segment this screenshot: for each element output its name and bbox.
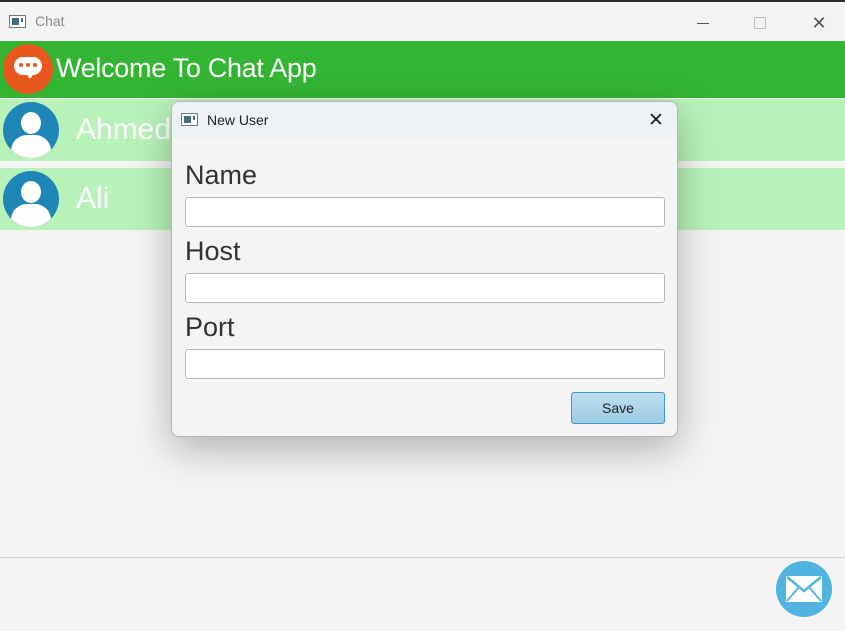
port-input[interactable]: [185, 349, 665, 379]
save-button[interactable]: Save: [571, 392, 665, 424]
envelope-icon: [786, 576, 822, 602]
dialog-title: New User: [207, 112, 269, 128]
close-icon: ✕: [648, 109, 664, 131]
user-avatar-icon: [3, 171, 59, 227]
chat-window: Chat ✕ Welcome To Chat App Ahmed Ali New…: [0, 0, 845, 631]
dialog-window-icon: [181, 113, 198, 126]
maximize-icon: [754, 17, 766, 29]
minimize-button[interactable]: [680, 6, 726, 40]
app-window-icon: [9, 15, 26, 28]
dialog-close-button[interactable]: ✕: [644, 108, 668, 132]
name-input[interactable]: [185, 197, 665, 227]
bottom-divider: [0, 557, 845, 558]
name-label: Name: [185, 160, 258, 190]
welcome-title: Welcome To Chat App: [56, 53, 317, 83]
host-input[interactable]: [185, 273, 665, 303]
close-icon: ✕: [811, 12, 827, 34]
host-label: Host: [185, 236, 241, 266]
app-header: Welcome To Chat App: [0, 41, 845, 98]
dialog-title-bar: New User ✕: [172, 102, 677, 138]
window-title: Chat: [35, 13, 65, 29]
chat-bubble-icon: [3, 44, 53, 94]
new-user-dialog: New User ✕ Name Host Port Save: [171, 101, 678, 437]
close-button[interactable]: ✕: [796, 6, 842, 40]
user-name: Ali: [76, 182, 110, 215]
maximize-button[interactable]: [737, 6, 783, 40]
user-name: Ahmed: [76, 113, 172, 146]
user-avatar-icon: [3, 102, 59, 158]
minimize-icon: [697, 22, 709, 24]
new-message-button[interactable]: [776, 561, 832, 617]
port-label: Port: [185, 312, 235, 342]
title-bar: Chat ✕: [0, 4, 845, 41]
